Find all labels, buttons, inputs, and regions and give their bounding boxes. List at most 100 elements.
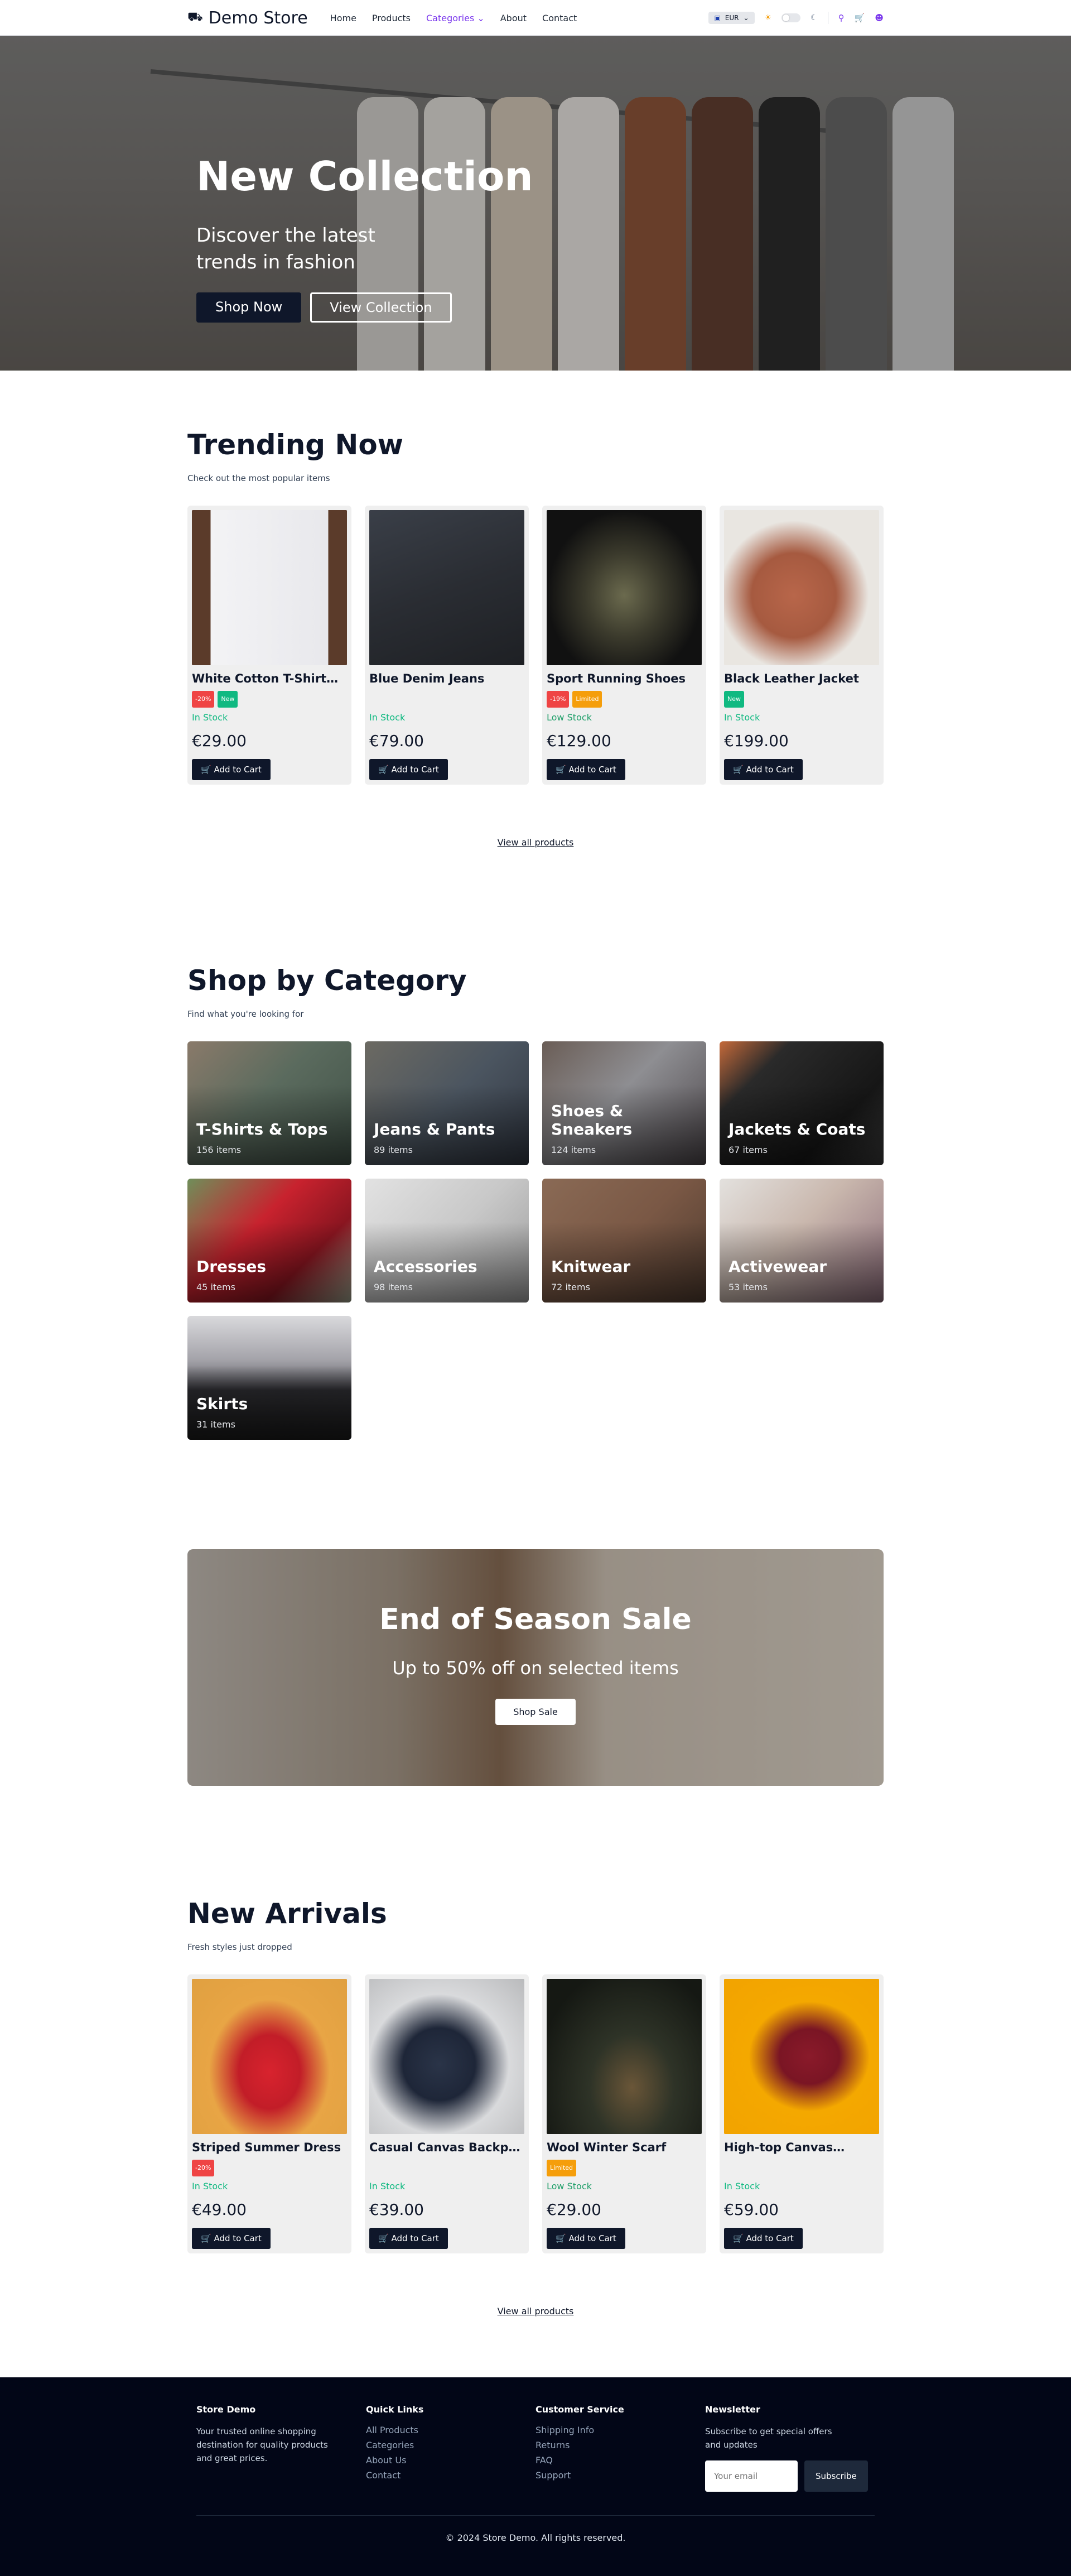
add-to-cart-button[interactable]: 🛒 Add to Cart [369,2228,448,2249]
product-image[interactable] [724,1979,879,2134]
add-to-cart-button[interactable]: 🛒 Add to Cart [369,759,448,780]
product-price: €59.00 [724,2200,779,2219]
add-to-cart-label: Add to Cart [746,765,794,775]
newsletter-text: Subscribe to get special offers and upda… [705,2426,832,2450]
product-price: €39.00 [369,2200,424,2219]
theme-toggle[interactable] [781,13,801,22]
product-name[interactable]: Black Leather Jacket [724,672,879,685]
category-card[interactable]: Jackets & Coats 67 items [720,1041,884,1165]
footer-link-faq[interactable]: FAQ [536,2455,705,2466]
footer-divider [196,2515,875,2516]
currency-select[interactable]: ▣ EUR ⌄ [708,12,755,24]
category-card[interactable]: Shoes & Sneakers 124 items [542,1041,706,1165]
product-card[interactable]: Striped Summer Dress -20% In Stock €49.0… [187,1974,351,2253]
copyright: © 2024 Store Demo. All rights reserved. [445,2532,626,2543]
footer-link-returns[interactable]: Returns [536,2440,705,2450]
new-badge: New [218,691,238,708]
add-to-cart-button[interactable]: 🛒 Add to Cart [192,2228,271,2249]
product-badges: -19% Limited [547,691,702,708]
product-image[interactable] [547,510,702,665]
footer-link-all-products[interactable]: All Products [366,2425,536,2435]
newsletter-title: Newsletter [705,2404,760,2415]
quick-links-title: Quick Links [366,2404,424,2415]
product-card[interactable]: White Cotton T-Shirt… -20% New In Stock … [187,506,351,785]
product-image[interactable] [192,1979,347,2134]
product-badges: Limited [547,2160,702,2176]
nav-products[interactable]: Products [372,13,411,23]
category-name: Shoes & Sneakers [551,1102,633,1138]
logo[interactable]: ⛟ Demo Store [187,8,308,28]
product-name[interactable]: Striped Summer Dress [192,2141,347,2154]
stock-status: In Stock [724,2181,760,2191]
product-image[interactable] [192,510,347,665]
stock-status: In Stock [369,712,406,723]
subscribe-button[interactable]: Subscribe [804,2460,868,2492]
footer-link-about-us[interactable]: About Us [366,2455,536,2466]
nav-about[interactable]: About [500,13,527,23]
category-name: Jeans & Pants [374,1120,495,1138]
product-price: €199.00 [724,732,789,750]
cart-icon[interactable]: 🛒 [855,13,865,23]
shop-sale-button[interactable]: Shop Sale [495,1698,576,1725]
user-icon[interactable]: ☻ [875,13,884,23]
add-to-cart-label: Add to Cart [391,2233,439,2243]
product-image[interactable] [724,510,879,665]
stock-status: In Stock [724,712,760,723]
footer-link-contact[interactable]: Contact [366,2470,536,2481]
category-card[interactable]: Jeans & Pants 89 items [365,1041,529,1165]
view-all-products-link[interactable]: View all products [187,837,884,848]
product-name[interactable]: Wool Winter Scarf [547,2141,702,2154]
search-icon[interactable]: ⚲ [838,13,845,23]
category-grid: T-Shirts & Tops 156 items Jeans & Pants … [187,1041,884,1440]
category-count: 156 items [196,1145,242,1155]
main-nav: Home Products Categories ⌄ About Contact [330,13,577,23]
product-badges [369,2160,524,2176]
add-to-cart-button[interactable]: 🛒 Add to Cart [192,759,271,780]
view-all-products-link[interactable]: View all products [187,2306,884,2317]
product-image[interactable] [369,1979,524,2134]
category-count: 124 items [551,1145,596,1155]
product-card[interactable]: Black Leather Jacket New In Stock €199.0… [720,506,884,785]
email-field[interactable] [705,2460,798,2492]
product-card[interactable]: Blue Denim Jeans In Stock €79.00 🛒 Add t… [365,506,529,785]
product-name[interactable]: Sport Running Shoes [547,672,702,685]
category-card[interactable]: Skirts 31 items [187,1316,351,1440]
discount-badge: -19% [547,691,570,708]
product-name[interactable]: Casual Canvas Backpack [369,2141,524,2154]
add-to-cart-button[interactable]: 🛒 Add to Cart [724,2228,803,2249]
category-card[interactable]: Activewear 53 items [720,1179,884,1303]
product-card[interactable]: Wool Winter Scarf Limited Low Stock €29.… [542,1974,706,2253]
product-image[interactable] [547,1979,702,2134]
product-card[interactable]: High-top Canvas… In Stock €59.00 🛒 Add t… [720,1974,884,2253]
product-card[interactable]: Sport Running Shoes -19% Limited Low Sto… [542,506,706,785]
categories-section: Shop by Category Find what you're lookin… [0,964,1071,1440]
nav-categories[interactable]: Categories ⌄ [426,13,485,23]
product-name[interactable]: White Cotton T-Shirt… [192,672,347,685]
new-arrivals-section: New Arrivals Fresh styles just dropped S… [0,1897,1071,2317]
category-card[interactable]: Accessories 98 items [365,1179,529,1303]
footer-about-text: Your trusted online shopping destination… [196,2426,328,2463]
hero-overlay [0,36,1071,371]
product-price: €129.00 [547,732,611,750]
footer-link-categories[interactable]: Categories [366,2440,536,2450]
footer-link-shipping[interactable]: Shipping Info [536,2425,705,2435]
product-name[interactable]: Blue Denim Jeans [369,672,524,685]
category-card[interactable]: T-Shirts & Tops 156 items [187,1041,351,1165]
footer-link-support[interactable]: Support [536,2470,705,2481]
add-to-cart-button[interactable]: 🛒 Add to Cart [547,759,625,780]
product-card[interactable]: Casual Canvas Backpack In Stock €39.00 🛒… [365,1974,529,2253]
add-to-cart-button[interactable]: 🛒 Add to Cart [724,759,803,780]
category-card[interactable]: Knitwear 72 items [542,1179,706,1303]
product-name[interactable]: High-top Canvas… [724,2141,879,2154]
view-collection-button[interactable]: View Collection [310,292,452,323]
nav-contact[interactable]: Contact [542,13,577,23]
new-arrivals-products: Striped Summer Dress -20% In Stock €49.0… [187,1974,884,2253]
limited-badge: Limited [547,2160,577,2176]
header-actions: ▣ EUR ⌄ ☀ ☾ ⚲ 🛒 ☻ [708,12,884,24]
category-card[interactable]: Dresses 45 items [187,1179,351,1303]
hero-banner: New Collection Discover the latest trend… [0,36,1071,371]
nav-home[interactable]: Home [330,13,356,23]
add-to-cart-button[interactable]: 🛒 Add to Cart [547,2228,625,2249]
product-image[interactable] [369,510,524,665]
shop-now-button[interactable]: Shop Now [196,292,302,323]
